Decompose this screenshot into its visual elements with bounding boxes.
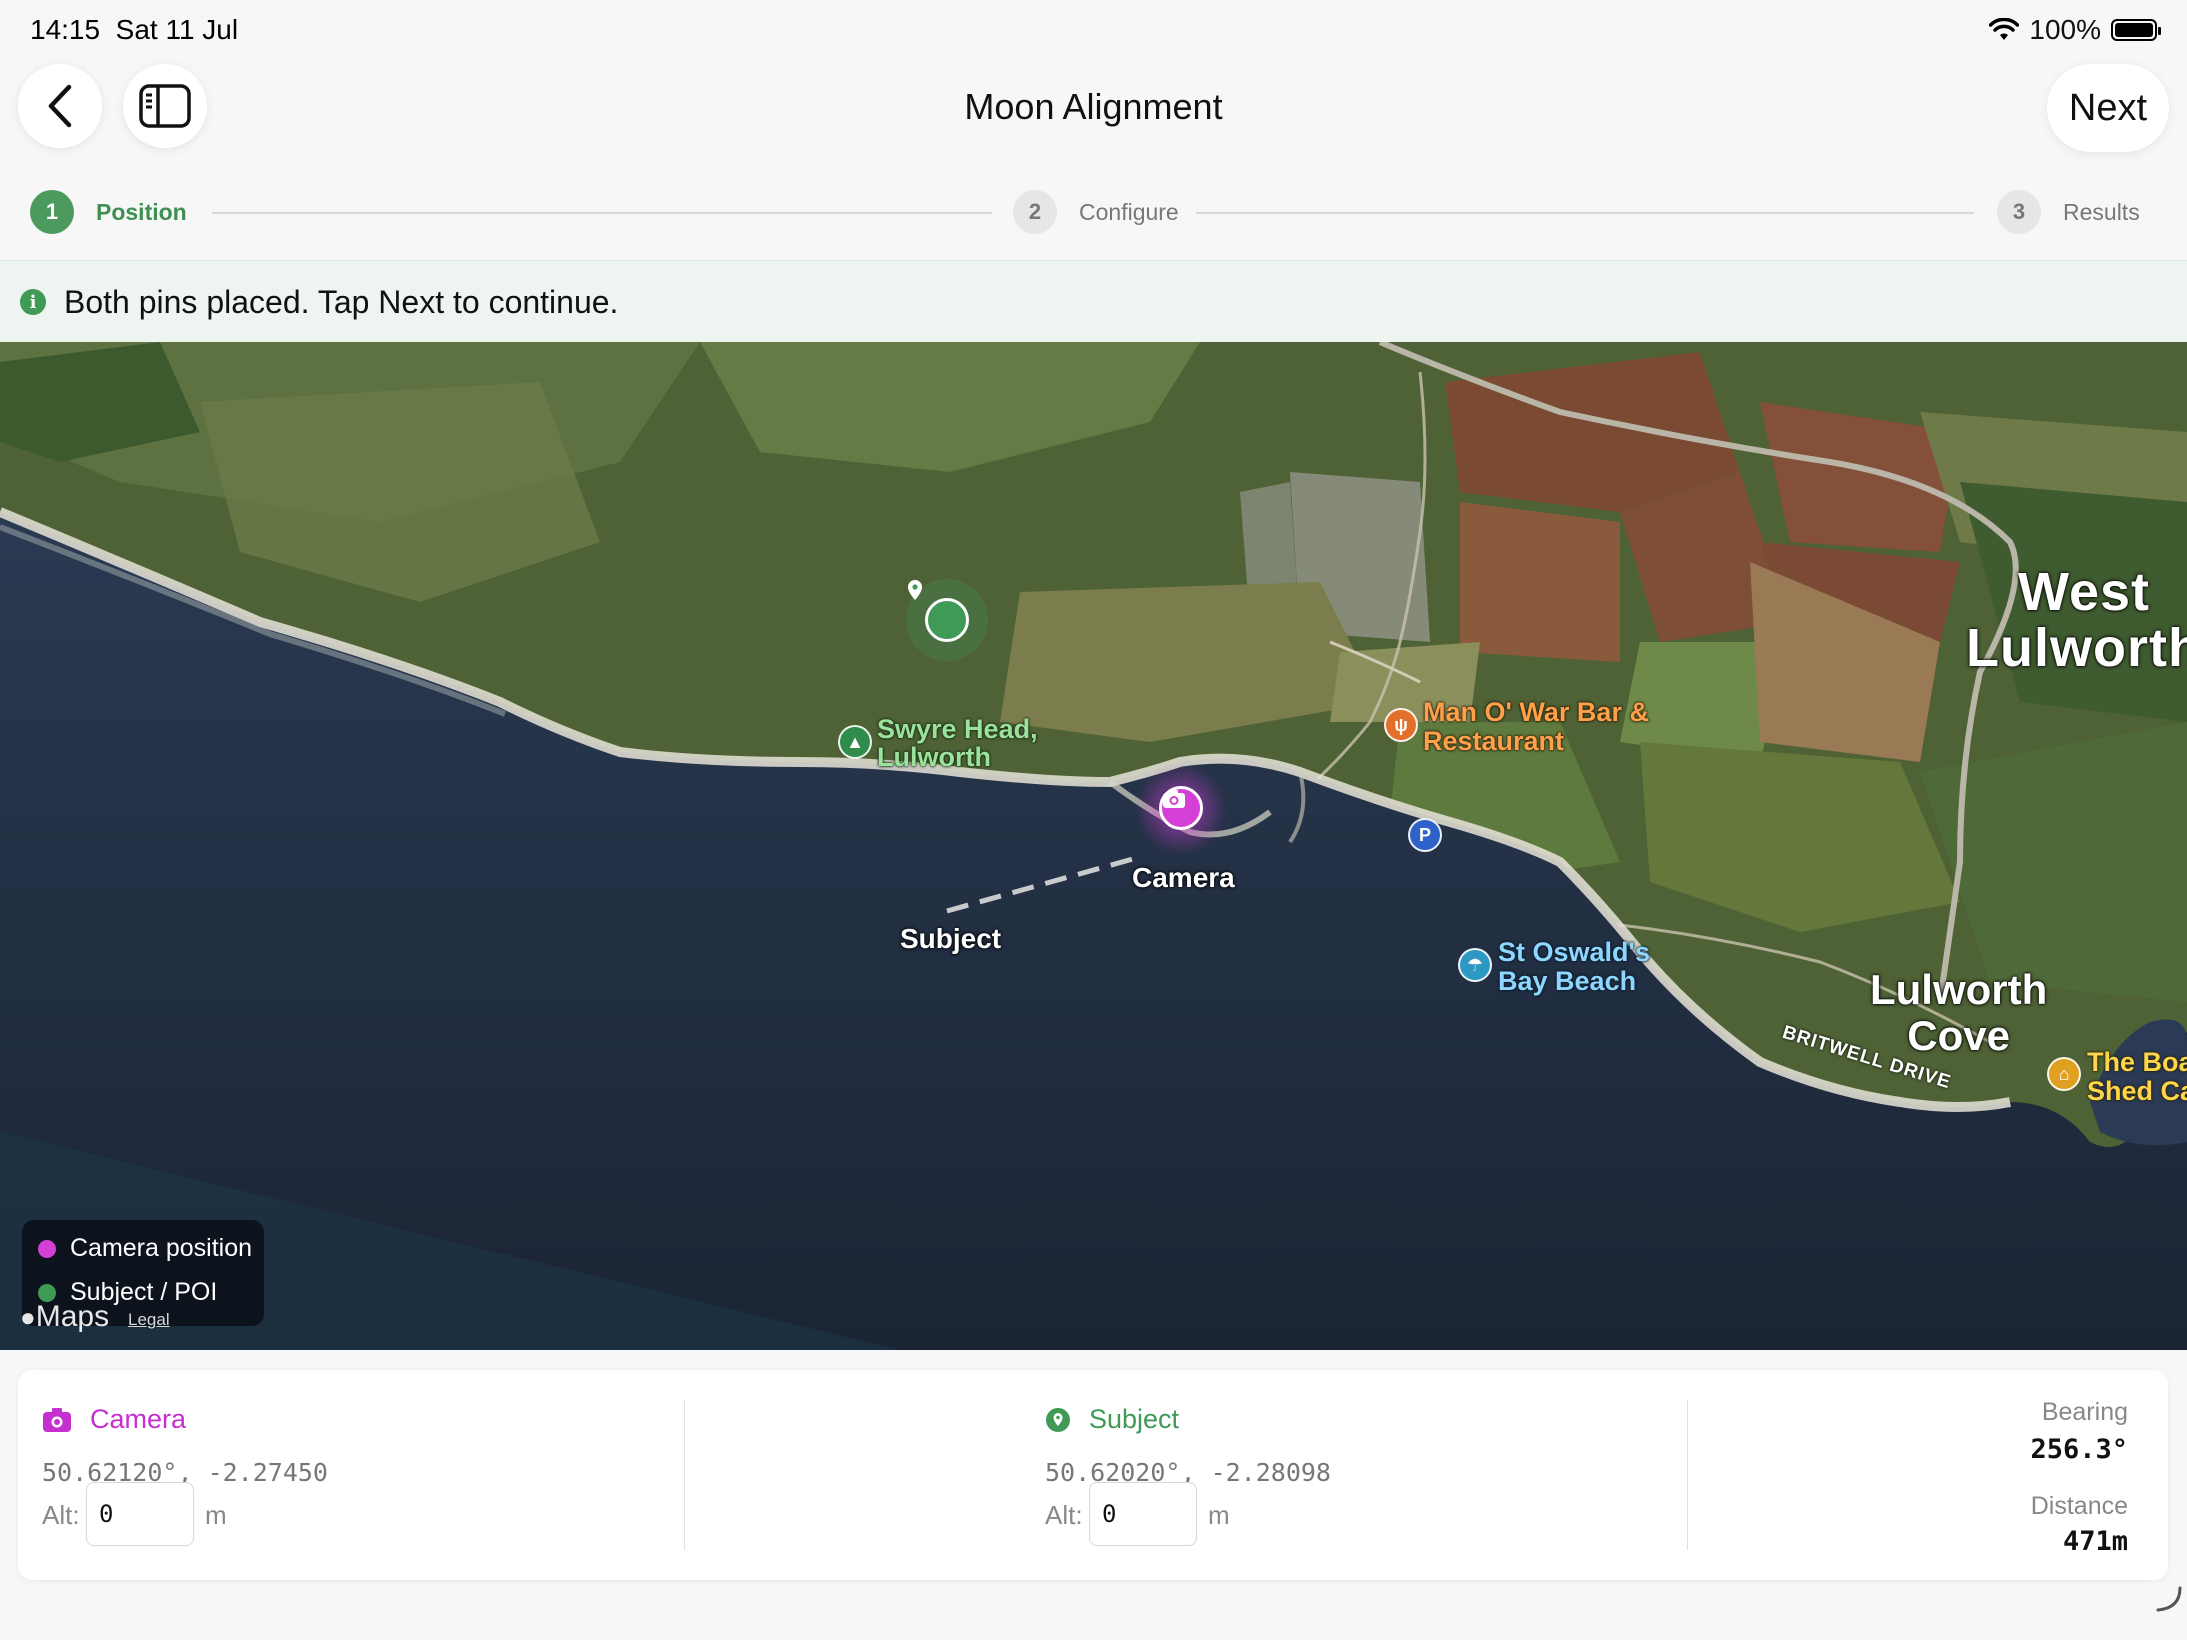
map-label-st-oswalds-bay[interactable]: St Oswald's Bay Beach — [1498, 938, 1650, 996]
camera-title-text: Camera — [90, 1404, 187, 1434]
bearing-label: Bearing — [2041, 1398, 2128, 1426]
camera-alt-label: Alt: — [42, 1500, 80, 1530]
camera-pin-label: Camera — [1132, 862, 1235, 893]
beach-icon[interactable]: ☂ — [1458, 948, 1492, 982]
status-bar: 14:15 Sat 11 Jul 100% — [0, 0, 2187, 62]
map-label-lulworth-cove: Lulworth Cove — [1870, 966, 2048, 1059]
camera-alt-unit: m — [205, 1500, 227, 1530]
map-imagery — [0, 342, 2187, 1350]
step-connector — [1196, 212, 1974, 214]
maps-attribution-logo: ●Maps — [20, 1300, 109, 1334]
distance-value: 471m — [2062, 1526, 2128, 1557]
status-indicators: 100% — [1989, 14, 2161, 46]
step-label: Configure — [1079, 198, 1179, 225]
status-banner: i Both pins placed. Tap Next to continue… — [0, 260, 2187, 343]
subject-pin-marker — [908, 580, 969, 642]
parking-icon[interactable]: P — [1408, 818, 1442, 852]
step-connector — [212, 212, 992, 214]
camera-pin[interactable] — [1159, 786, 1203, 830]
map-label-man-o-war[interactable]: Man O' War Bar & Restaurant — [1423, 698, 1649, 756]
coordinates-panel: Camera 50.62120°, -2.27450 Alt: m Subjec… — [18, 1370, 2168, 1580]
panel-divider — [1687, 1400, 1688, 1550]
camera-icon — [43, 1407, 71, 1432]
park-icon[interactable]: ▲ — [838, 725, 872, 759]
map-label-west-lulworth: West Lulworth — [1966, 562, 2187, 678]
subject-alt-unit: m — [1208, 1500, 1230, 1530]
panel-divider — [684, 1400, 685, 1550]
subject-pin-label: Subject — [900, 923, 1002, 954]
step-label: Results — [2063, 198, 2140, 225]
time-text: 14:15 — [30, 14, 101, 45]
step-number: 3 — [1997, 190, 2041, 234]
apple-logo-icon: ● — [20, 1302, 36, 1332]
distance-label: Distance — [2030, 1492, 2128, 1520]
subject-pin[interactable] — [906, 579, 988, 661]
map-label-swyre-head[interactable]: Swyre Head, Lulworth — [877, 715, 1038, 771]
subject-section-title: Subject — [1045, 1404, 1179, 1435]
satellite-map[interactable]: ▲ ψ P ☂ ⌂ Swyre Head, Lulworth Man O' Wa… — [0, 342, 2187, 1350]
map-label-boat-shed[interactable]: The Boa Shed Ca — [2087, 1048, 2187, 1106]
legend-label-camera: Camera position — [70, 1234, 253, 1262]
next-button[interactable]: Next — [2047, 64, 2169, 152]
location-pin-icon — [1046, 1407, 1070, 1432]
step-results[interactable]: 3 Results — [1997, 190, 2140, 234]
subject-title-text: Subject — [1089, 1404, 1180, 1434]
legend-dot-camera — [38, 1239, 56, 1258]
step-position[interactable]: 1 Position — [30, 190, 187, 234]
info-icon: i — [20, 289, 46, 315]
date-text: Sat 11 Jul — [115, 14, 239, 45]
legend-dot-subject — [38, 1283, 56, 1302]
bearing-value: 256.3° — [2030, 1434, 2128, 1465]
page-title: Moon Alignment — [964, 86, 1223, 127]
subject-alt-label: Alt: — [1045, 1500, 1083, 1530]
legend-item-camera: Camera position — [38, 1234, 252, 1263]
camera-section-title: Camera — [42, 1404, 186, 1435]
banner-text: Both pins placed. Tap Next to continue. — [64, 283, 619, 320]
wifi-icon — [1989, 18, 2020, 40]
status-time: 14:15 Sat 11 Jul — [30, 14, 238, 46]
cafe-icon[interactable]: ⌂ — [2047, 1057, 2081, 1091]
camera-icon — [1163, 790, 1185, 808]
step-number: 2 — [1013, 190, 1057, 234]
restaurant-icon[interactable]: ψ — [1384, 708, 1418, 742]
parking-letter: P — [1418, 824, 1431, 845]
battery-icon — [2111, 19, 2161, 41]
camera-altitude-input[interactable] — [86, 1482, 194, 1546]
resize-handle-icon[interactable] — [2154, 1584, 2184, 1614]
maps-logo-text: Maps — [35, 1300, 110, 1333]
step-number: 1 — [30, 190, 74, 234]
battery-percent: 100% — [2029, 14, 2101, 45]
wizard-stepper: 1 Position 2 Configure 3 Results — [0, 190, 2187, 260]
legal-link[interactable]: Legal — [128, 1310, 170, 1330]
subject-altitude-input[interactable] — [1089, 1482, 1197, 1546]
step-configure[interactable]: 2 Configure — [1013, 190, 1179, 234]
location-pin-icon — [908, 580, 922, 600]
step-label: Position — [96, 198, 187, 225]
